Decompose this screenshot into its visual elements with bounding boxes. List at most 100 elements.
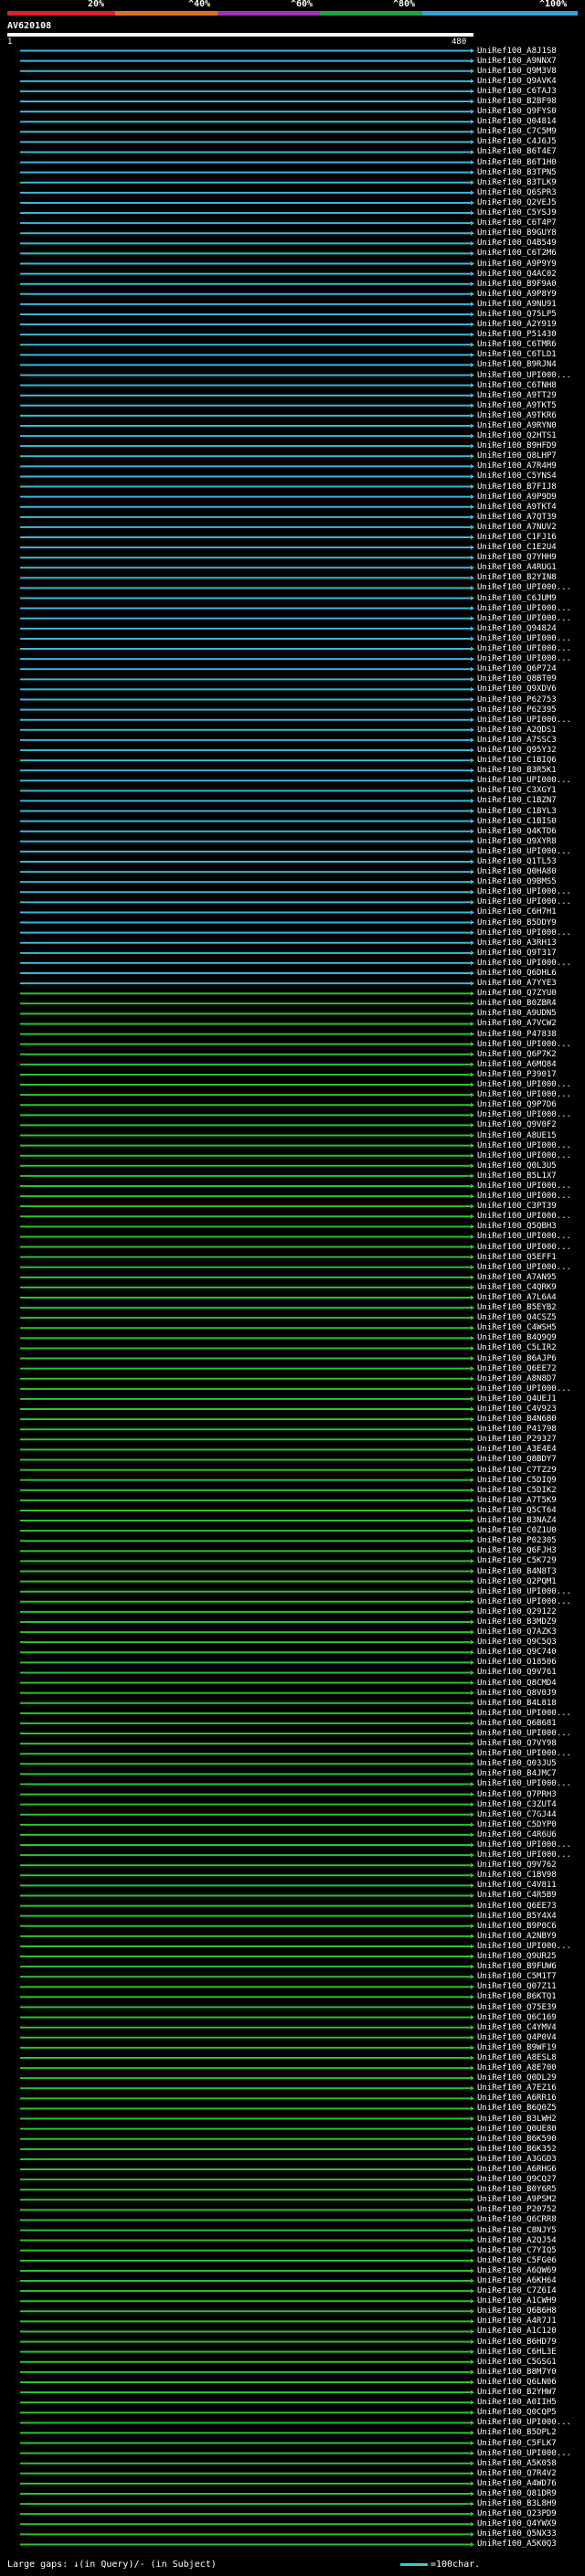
hit-label[interactable]: UniRef100_C4V923 (477, 1405, 557, 1414)
hit-label[interactable]: UniRef100_A4R7J1 (477, 2316, 557, 2326)
hit-label[interactable]: UniRef100_A7SSC3 (477, 736, 557, 745)
hit-label[interactable]: UniRef100_A4WD76 (477, 2479, 557, 2488)
hit-label[interactable]: UniRef100_UPI000... (477, 614, 571, 623)
hit-label[interactable]: UniRef100_C4QRK9 (477, 1283, 557, 1292)
hit-label[interactable]: UniRef100_Q6C169 (477, 2013, 557, 2022)
hit-label[interactable]: UniRef100_P02305 (477, 1536, 557, 1545)
hit-label[interactable]: UniRef100_A6MQ84 (477, 1060, 557, 1069)
hit-label[interactable]: UniRef100_B4Q9Q9 (477, 1333, 557, 1342)
hit-label[interactable]: UniRef100_A8J1S8 (477, 47, 557, 56)
hit-label[interactable]: UniRef100_Q6SPR3 (477, 188, 557, 197)
hit-label[interactable]: UniRef100_A8UE15 (477, 1131, 557, 1140)
hit-label[interactable]: UniRef100_B4N8T3 (477, 1567, 557, 1576)
hit-label[interactable]: UniRef100_Q5CT64 (477, 1506, 557, 1515)
hit-label[interactable]: UniRef100_P47838 (477, 1030, 557, 1039)
hit-label[interactable]: UniRef100_A7YYE3 (477, 979, 557, 988)
hit-label[interactable]: UniRef100_B7FIJ8 (477, 482, 557, 492)
hit-label[interactable]: UniRef100_UPI000... (477, 1597, 571, 1606)
hit-label[interactable]: UniRef100_C1FJ16 (477, 533, 557, 542)
hit-label[interactable]: UniRef100_A7T5K9 (477, 1496, 557, 1505)
hit-label[interactable]: UniRef100_Q6EE72 (477, 1364, 557, 1373)
hit-label[interactable]: UniRef100_UPI000... (477, 1243, 571, 1252)
hit-label[interactable]: UniRef100_C6TMR6 (477, 340, 557, 349)
hit-label[interactable]: UniRef100_Q8BDY7 (477, 1455, 557, 1464)
hit-label[interactable]: UniRef100_Q9XYR8 (477, 837, 557, 846)
hit-label[interactable]: UniRef100_Q9UR25 (477, 1952, 557, 1961)
hit-label[interactable]: UniRef100_B9GUY8 (477, 228, 557, 238)
hit-label[interactable]: UniRef100_C7GJ44 (477, 1810, 557, 1819)
hit-label[interactable]: UniRef100_C3ZUT4 (477, 1800, 557, 1809)
hit-label[interactable]: UniRef100_B3TPN5 (477, 168, 557, 177)
hit-label[interactable]: UniRef100_UPI000... (477, 1232, 571, 1241)
hit-label[interactable]: UniRef100_UPI000... (477, 1192, 571, 1201)
hit-label[interactable]: UniRef100_A7NUV2 (477, 523, 557, 532)
hit-label[interactable]: UniRef100_Q94824 (477, 624, 557, 633)
hit-label[interactable]: UniRef100_C8NJY5 (477, 2226, 557, 2235)
hit-label[interactable]: UniRef100_A9P8Y9 (477, 290, 557, 299)
hit-label[interactable]: UniRef100_C4WSH5 (477, 1323, 557, 1332)
hit-label[interactable]: UniRef100_UPI000... (477, 583, 571, 592)
hit-label[interactable]: UniRef100_B9RJN4 (477, 360, 557, 369)
hit-label[interactable]: UniRef100_P20752 (477, 2205, 557, 2214)
hit-label[interactable]: UniRef100_C1BIS0 (477, 817, 557, 826)
hit-label[interactable]: UniRef100_C5DYP0 (477, 1820, 557, 1829)
hit-label[interactable]: UniRef100_B9F9A0 (477, 280, 557, 289)
hit-label[interactable]: UniRef100_P41798 (477, 1425, 557, 1434)
hit-label[interactable]: UniRef100_C6TNH8 (477, 381, 557, 390)
hit-label[interactable]: UniRef100_C1BIQ6 (477, 756, 557, 765)
hit-label[interactable]: UniRef100_A8N8D7 (477, 1374, 557, 1383)
hit-label[interactable]: UniRef100_B6Q0Z5 (477, 2104, 557, 2113)
hit-label[interactable]: UniRef100_Q0DL29 (477, 2073, 557, 2083)
hit-label[interactable]: UniRef100_C5DIK2 (477, 1486, 557, 1495)
hit-label[interactable]: UniRef100_B6T4E7 (477, 147, 557, 156)
hit-label[interactable]: UniRef100_Q9FYS0 (477, 107, 557, 116)
hit-label[interactable]: UniRef100_A9TT29 (477, 391, 557, 400)
hit-label[interactable]: UniRef100_C5LIR2 (477, 1343, 557, 1352)
hit-label[interactable]: UniRef100_A3RH13 (477, 938, 557, 948)
hit-label[interactable]: UniRef100_A1CWH9 (477, 2296, 557, 2306)
hit-label[interactable]: UniRef100_C1BV98 (477, 1871, 557, 1880)
hit-label[interactable]: UniRef100_Q4KTD6 (477, 827, 557, 836)
hit-label[interactable]: UniRef100_Q4AC02 (477, 270, 557, 279)
hit-label[interactable]: UniRef100_B3NAZ4 (477, 1516, 557, 1525)
hit-label[interactable]: UniRef100_C6TLD1 (477, 350, 557, 359)
hit-label[interactable]: UniRef100_A9P9D9 (477, 493, 557, 502)
hit-label[interactable]: UniRef100_Q7ZYU0 (477, 989, 557, 998)
hit-label[interactable]: UniRef100_Q4YWX9 (477, 2519, 557, 2528)
hit-label[interactable]: UniRef100_Q6EE73 (477, 1902, 557, 1911)
hit-label[interactable]: UniRef100_UPI000... (477, 1384, 571, 1394)
hit-label[interactable]: UniRef100_Q03JU5 (477, 1759, 557, 1768)
hit-label[interactable]: UniRef100_B4N6B0 (477, 1415, 557, 1424)
hit-label[interactable]: UniRef100_C5M1T7 (477, 1972, 557, 1981)
hit-label[interactable]: UniRef100_A9UDN5 (477, 1009, 557, 1018)
hit-label[interactable]: UniRef100_A9RYN0 (477, 421, 557, 430)
hit-label[interactable]: UniRef100_C1BZN7 (477, 796, 557, 805)
hit-label[interactable]: UniRef100_B3L8H9 (477, 2499, 557, 2508)
hit-label[interactable]: UniRef100_UPI000... (477, 1779, 571, 1788)
hit-label[interactable]: UniRef100_Q4CSZ5 (477, 1313, 557, 1322)
hit-label[interactable]: UniRef100_UPI000... (477, 1110, 571, 1119)
hit-label[interactable]: UniRef100_B4JMC7 (477, 1769, 557, 1778)
hit-label[interactable]: UniRef100_UPI000... (477, 1749, 571, 1758)
hit-label[interactable]: UniRef100_Q5NX33 (477, 2529, 557, 2539)
hit-label[interactable]: UniRef100_C7TZ29 (477, 1466, 557, 1475)
hit-label[interactable]: UniRef100_UPI000... (477, 716, 571, 725)
hit-label[interactable]: UniRef100_A7AN95 (477, 1273, 557, 1282)
hit-label[interactable]: UniRef100_Q9V761 (477, 1668, 557, 1677)
hit-label[interactable]: UniRef100_Q0L3U5 (477, 1161, 557, 1171)
hit-label[interactable]: UniRef100_C1BYL3 (477, 807, 557, 816)
hit-label[interactable]: UniRef100_B0ZBR4 (477, 999, 557, 1008)
hit-label[interactable]: UniRef100_Q7AZK3 (477, 1627, 557, 1637)
hit-label[interactable]: UniRef100_C5GSG1 (477, 2358, 557, 2367)
hit-label[interactable]: UniRef100_UPI000... (477, 1151, 571, 1161)
hit-label[interactable]: UniRef100_Q6B681 (477, 1719, 557, 1728)
hit-label[interactable]: UniRef100_B0Y6R5 (477, 2185, 557, 2194)
hit-label[interactable]: UniRef100_Q9C5Q3 (477, 1638, 557, 1647)
hit-label[interactable]: UniRef100_Q4P0V4 (477, 2033, 557, 2042)
hit-label[interactable]: UniRef100_P29327 (477, 1435, 557, 1444)
hit-label[interactable]: UniRef100_A6KH64 (477, 2276, 557, 2285)
hit-label[interactable]: UniRef100_A9NNX7 (477, 57, 557, 66)
hit-label[interactable]: UniRef100_C4J6J5 (477, 137, 557, 146)
hit-label[interactable]: UniRef100_C1E2U4 (477, 543, 557, 552)
hit-label[interactable]: UniRef100_Q9V0F2 (477, 1120, 557, 1129)
